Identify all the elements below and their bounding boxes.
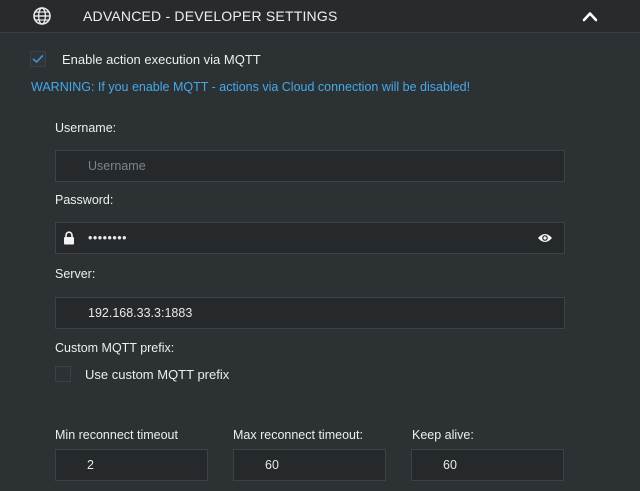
settings-section-header[interactable]: ADVANCED - DEVELOPER SETTINGS — [0, 0, 640, 33]
globe-icon — [33, 7, 51, 25]
custom-prefix-row: Use custom MQTT prefix — [55, 366, 229, 382]
mqtt-enable-row: Enable action execution via MQTT — [30, 50, 261, 68]
max-reconnect-label: Max reconnect timeout: — [233, 428, 363, 442]
mqtt-enable-checkbox[interactable] — [30, 51, 46, 67]
section-title: ADVANCED - DEVELOPER SETTINGS — [83, 8, 338, 24]
keep-alive-input[interactable] — [411, 449, 564, 481]
max-reconnect-input[interactable] — [233, 449, 386, 481]
checkmark-icon — [32, 54, 44, 63]
custom-prefix-checkbox-label: Use custom MQTT prefix — [85, 366, 230, 382]
custom-prefix-checkbox[interactable] — [55, 366, 71, 382]
password-input[interactable] — [55, 222, 565, 254]
eye-icon[interactable] — [537, 232, 553, 244]
mqtt-warning-text: WARNING: If you enable MQTT - actions vi… — [31, 80, 471, 94]
server-label: Server: — [55, 267, 96, 281]
server-input[interactable] — [55, 297, 565, 329]
keep-alive-label: Keep alive: — [412, 428, 474, 442]
username-label: Username: — [55, 121, 117, 135]
min-reconnect-label: Min reconnect timeout — [55, 428, 178, 442]
chevron-up-icon[interactable] — [581, 9, 599, 23]
username-input[interactable] — [55, 150, 565, 182]
mqtt-enable-label: Enable action execution via MQTT — [62, 51, 261, 67]
min-reconnect-input[interactable] — [55, 449, 208, 481]
password-label: Password: — [55, 193, 114, 207]
custom-prefix-label: Custom MQTT prefix: — [55, 341, 175, 355]
